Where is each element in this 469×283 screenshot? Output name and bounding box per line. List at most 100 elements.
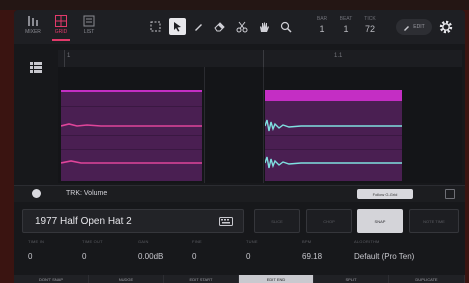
param-algorithm-label: ALGORITHM [354,239,380,244]
param-bpm-label: BPM [302,239,312,244]
nudge-button[interactable]: NUDGE [89,275,164,283]
ruler-mark [64,50,65,67]
grid-view-icon[interactable] [30,62,42,74]
mode-mixer-label: MIXER [25,29,41,35]
edit-start-button[interactable]: EDIT START [164,275,239,283]
tick-label: TICK [364,16,376,22]
bar-label: BAR [316,16,328,22]
param-gain[interactable]: GAIN 0.00dB [138,239,163,261]
chop-label: CHOP [323,218,335,224]
gear-icon[interactable] [438,19,454,35]
param-tune[interactable]: TUNE 0 [246,239,258,261]
ruler-label-mid: 1.1 [334,53,343,59]
mode-list[interactable]: LIST [76,13,102,41]
param-tune-label: TUNE [246,239,258,244]
sample-name: 1977 Half Open Hat 2 [35,216,132,227]
slice-button[interactable]: SLICE [254,209,300,233]
param-tune-value: 0 [246,252,251,261]
hand-icon [259,22,269,32]
bar-field[interactable]: BAR 1 [311,16,333,34]
param-bpm-value: 69.18 [302,252,323,261]
tick-value: 72 [364,24,375,34]
grid-icon [55,15,67,27]
marquee-select-icon [150,21,161,32]
mode-grid-label: GRID [54,29,68,35]
list-icon [83,15,95,27]
collapse-icon[interactable] [445,189,455,199]
edit-end-label: EDIT END [266,276,286,282]
split-label: SPLIT [345,276,357,282]
param-fine-label: FINE [192,239,202,244]
tool-marquee[interactable] [147,18,164,35]
param-time-in[interactable]: TIME IN 0 [28,239,44,261]
follow-grid-button[interactable]: Follow G-Grid [357,189,413,199]
tool-zoom[interactable] [277,18,294,35]
mode-mixer[interactable]: MIXER [20,13,46,41]
keyboard-icon[interactable] [219,217,233,226]
tool-pencil[interactable] [190,18,207,35]
duplicate-label: DUPLICATE [415,276,438,282]
header-bar: MIXER GRID LIST BAR 1 BEAT 1 TICK 72 EDI… [14,10,465,44]
param-algorithm-value: Default (Pro Ten) [354,252,415,261]
follow-grid-label: Follow G-Grid [372,191,398,197]
waveform [61,123,202,164]
tool-eraser[interactable] [211,18,228,35]
param-fine[interactable]: FINE 0 [192,239,202,261]
beat-label: BEAT [339,16,353,22]
param-time-out-label: TIME OUT [82,239,103,244]
snap-label: SNAP [374,218,386,224]
beat-value: 1 [343,24,349,34]
zoom-icon [280,21,292,33]
note-time-label: NOTE TIME [423,218,445,224]
automation-param-label: TRK: Volume [66,190,108,197]
param-time-in-label: TIME IN [28,239,45,244]
tool-pointer[interactable] [169,18,186,35]
function-bar: DON'T SNAP NUDGE EDIT START EDIT END SPL… [14,275,465,283]
scissors-icon [236,21,247,32]
active-mode-indicator [52,39,70,41]
param-bpm[interactable]: BPM 69.18 [302,239,322,261]
edit-start-label: EDIT START [189,276,213,282]
tool-hand[interactable] [255,18,272,35]
param-fine-value: 0 [192,252,197,261]
pencil-small-icon [404,25,410,31]
timeline-ruler[interactable]: 1 1.1 [58,50,462,68]
app-screen: MIXER GRID LIST BAR 1 BEAT 1 TICK 72 EDI… [14,10,465,283]
param-time-out-value: 0 [82,252,87,261]
duplicate-button[interactable]: DUPLICATE [389,275,465,283]
edit-button[interactable]: EDIT [396,19,432,35]
tool-scissors[interactable] [233,18,250,35]
ruler-mark [263,50,264,67]
mode-list-label: LIST [83,29,95,35]
param-time-out[interactable]: TIME OUT 0 [82,239,103,261]
grid-line [263,67,264,183]
beat-field[interactable]: BEAT 1 [335,16,357,34]
snap-button[interactable]: SNAP [357,209,403,233]
param-algorithm[interactable]: ALGORITHM Default (Pro Ten) [354,239,414,261]
device-bezel [0,0,469,10]
note-time-button[interactable]: NOTE TIME [409,209,459,233]
param-gain-value: 0.00dB [138,252,164,261]
pointer-icon [174,22,181,32]
mode-grid[interactable]: GRID [48,13,74,41]
sample-selector[interactable]: 1977 Half Open Hat 2 [22,209,244,233]
edit-end-button[interactable]: EDIT END [239,275,314,283]
bar-value: 1 [319,24,325,34]
params-row: TIME IN 0 TIME OUT 0 GAIN 0.00dB FINE 0 … [14,239,465,273]
sample-clip[interactable] [61,90,202,181]
waveform-selected [265,119,402,169]
pencil-icon [195,24,202,31]
dont-snap-button[interactable]: DON'T SNAP [14,275,89,283]
knob-icon[interactable] [32,189,41,198]
edit-label: EDIT [413,24,425,30]
split-button[interactable]: SPLIT [314,275,389,283]
nudge-label: NUDGE [118,276,134,282]
ruler-label-start: 1 [67,53,71,59]
mixer-icon [28,16,38,26]
chop-button[interactable]: CHOP [306,209,352,233]
tick-field[interactable]: TICK 72 [359,16,381,34]
param-time-in-value: 0 [28,252,33,261]
eraser-icon [213,22,225,32]
param-gain-label: GAIN [138,239,149,244]
sample-clip-selected[interactable] [265,90,402,181]
